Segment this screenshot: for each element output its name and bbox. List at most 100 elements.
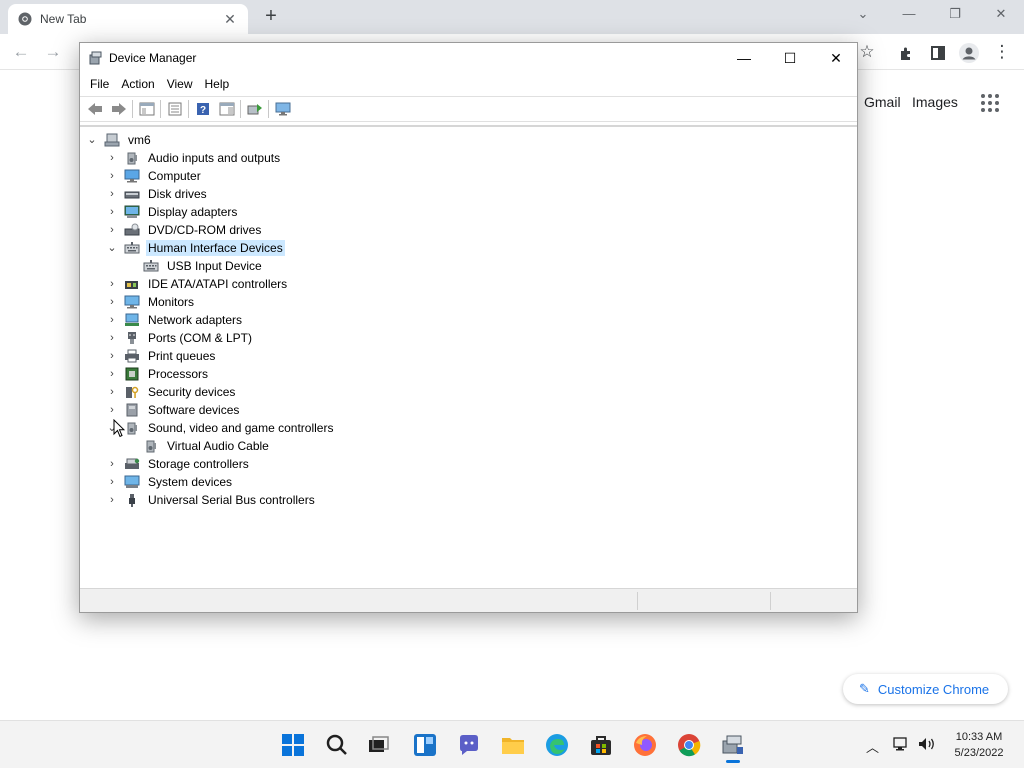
google-apps-icon[interactable] [981, 94, 999, 112]
store-icon[interactable] [589, 733, 613, 757]
gmail-link[interactable]: Gmail [864, 94, 901, 110]
network-icon[interactable] [893, 737, 909, 754]
chevron-right-icon[interactable]: › [106, 296, 118, 308]
chevron-up-icon[interactable]: ︿ [866, 737, 879, 756]
chevron-right-icon[interactable]: › [106, 404, 118, 416]
device-manager-icon [89, 51, 102, 65]
forward-icon[interactable]: → [42, 42, 64, 64]
tree-category-audio-inputs-and-outputs[interactable]: › Audio inputs and outputs [106, 149, 282, 167]
speaker-icon [124, 421, 140, 435]
browser-minimize-button[interactable]: — [895, 6, 923, 26]
images-link[interactable]: Images [912, 94, 958, 110]
chevron-down-icon[interactable]: ⌄ [86, 134, 98, 146]
tree-category-storage-controllers[interactable]: › Storage controllers [106, 455, 251, 473]
usb-icon [124, 493, 140, 507]
chevron-right-icon[interactable]: › [106, 386, 118, 398]
side-panel-icon[interactable] [927, 42, 949, 64]
network-adapter-icon [124, 313, 140, 327]
chevron-right-icon[interactable]: › [106, 170, 118, 182]
dm-minimize-button[interactable]: — [721, 43, 767, 73]
hid-icon [143, 259, 159, 273]
properties-icon[interactable] [164, 99, 185, 119]
tree-category-security-devices[interactable]: › Security devices [106, 383, 237, 401]
tree-category-sound-video-and-game-controllers[interactable]: ⌄ Sound, video and game controllers [106, 419, 335, 437]
tree-category-ide-ata-atapi-controllers[interactable]: › IDE ATA/ATAPI controllers [106, 275, 289, 293]
tree-root-vm6[interactable]: ⌄ vm6 [86, 131, 153, 149]
dm-maximize-button[interactable]: ☐ [767, 43, 813, 73]
dm-close-button[interactable]: ✕ [813, 43, 859, 73]
chrome-icon[interactable] [677, 733, 701, 757]
system-device-icon [124, 475, 140, 489]
menu-file[interactable]: File [84, 77, 115, 91]
volume-icon[interactable] [918, 737, 936, 754]
back-icon[interactable]: ← [10, 42, 32, 64]
chevron-right-icon[interactable]: › [106, 188, 118, 200]
widgets-icon[interactable] [413, 733, 437, 757]
system-clock[interactable]: 10:33 AM 5/23/2022 [944, 729, 1014, 761]
chevron-right-icon[interactable]: › [106, 458, 118, 470]
tree-node-label: DVD/CD-ROM drives [148, 223, 262, 237]
tree-category-universal-serial-bus-controllers[interactable]: › Universal Serial Bus controllers [106, 491, 317, 509]
search-icon[interactable] [325, 733, 349, 757]
chevron-right-icon[interactable]: › [106, 476, 118, 488]
tree-child-virtual-audio-cable[interactable]: Virtual Audio Cable [125, 437, 271, 455]
chrome-menu-icon[interactable]: ⋮ [991, 42, 1013, 64]
new-tab-button[interactable]: + [260, 6, 282, 28]
tree-category-display-adapters[interactable]: › Display adapters [106, 203, 239, 221]
firefox-icon[interactable] [633, 733, 657, 757]
browser-restore-button[interactable]: ❐ [941, 6, 969, 26]
tree-category-ports-com-lpt[interactable]: › Ports (COM & LPT) [106, 329, 254, 347]
show-hide-console-tree-icon[interactable] [136, 99, 157, 119]
browser-close-button[interactable]: ✕ [987, 6, 1015, 26]
computer-icon [124, 169, 140, 183]
start-icon[interactable] [281, 733, 305, 757]
forward-arrow-icon[interactable] [108, 99, 129, 119]
speaker-icon [143, 439, 159, 453]
file-explorer-icon[interactable] [501, 733, 525, 757]
scan-hardware-icon[interactable] [244, 99, 265, 119]
display-devices-icon[interactable] [272, 99, 293, 119]
tree-category-software-devices[interactable]: › Software devices [106, 401, 241, 419]
tab-close-icon[interactable]: ✕ [222, 11, 238, 28]
chevron-right-icon[interactable]: › [106, 350, 118, 362]
dvd-drive-icon [124, 223, 140, 237]
chevron-right-icon[interactable]: › [106, 224, 118, 236]
chat-icon[interactable] [457, 733, 481, 757]
dm-titlebar[interactable]: Device Manager — ☐ ✕ [80, 43, 857, 73]
tree-category-print-queues[interactable]: › Print queues [106, 347, 217, 365]
chevron-down-icon[interactable]: ⌄ [106, 242, 118, 254]
bookmark-star-icon[interactable]: ☆ [856, 42, 878, 64]
menu-help[interactable]: Help [199, 77, 236, 91]
software-device-icon [124, 403, 140, 417]
chevron-right-icon[interactable]: › [106, 494, 118, 506]
tree-category-dvd-cd-rom-drives[interactable]: › DVD/CD-ROM drives [106, 221, 263, 239]
tree-category-processors[interactable]: › Processors [106, 365, 210, 383]
device-manager-icon[interactable] [721, 733, 745, 763]
dm-menubar: File Action View Help [80, 73, 857, 95]
tree-category-computer[interactable]: › Computer [106, 167, 203, 185]
chevron-right-icon[interactable]: › [106, 368, 118, 380]
chevron-right-icon[interactable]: › [106, 332, 118, 344]
profile-avatar-icon[interactable] [958, 42, 980, 64]
tree-child-usb-input-device[interactable]: USB Input Device [125, 257, 264, 275]
back-arrow-icon[interactable] [84, 99, 105, 119]
edge-icon[interactable] [545, 733, 569, 757]
menu-action[interactable]: Action [115, 77, 160, 91]
tree-category-human-interface-devices[interactable]: ⌄ Human Interface Devices [106, 239, 285, 257]
help-icon[interactable]: ? [192, 99, 213, 119]
customize-chrome-button[interactable]: ✎ Customize Chrome [843, 674, 1008, 704]
menu-view[interactable]: View [161, 77, 199, 91]
tree-category-system-devices[interactable]: › System devices [106, 473, 234, 491]
tree-category-network-adapters[interactable]: › Network adapters [106, 311, 244, 329]
tab-new-tab[interactable]: New Tab ✕ [8, 4, 248, 34]
tab-search-icon[interactable]: ⌄ [849, 6, 877, 26]
action-pane-icon[interactable] [216, 99, 237, 119]
tree-category-monitors[interactable]: › Monitors [106, 293, 196, 311]
chevron-right-icon[interactable]: › [106, 278, 118, 290]
chevron-right-icon[interactable]: › [106, 206, 118, 218]
extensions-icon[interactable] [895, 42, 917, 64]
chevron-right-icon[interactable]: › [106, 314, 118, 326]
chevron-right-icon[interactable]: › [106, 152, 118, 164]
tree-category-disk-drives[interactable]: › Disk drives [106, 185, 209, 203]
task-view-icon[interactable] [367, 733, 391, 757]
